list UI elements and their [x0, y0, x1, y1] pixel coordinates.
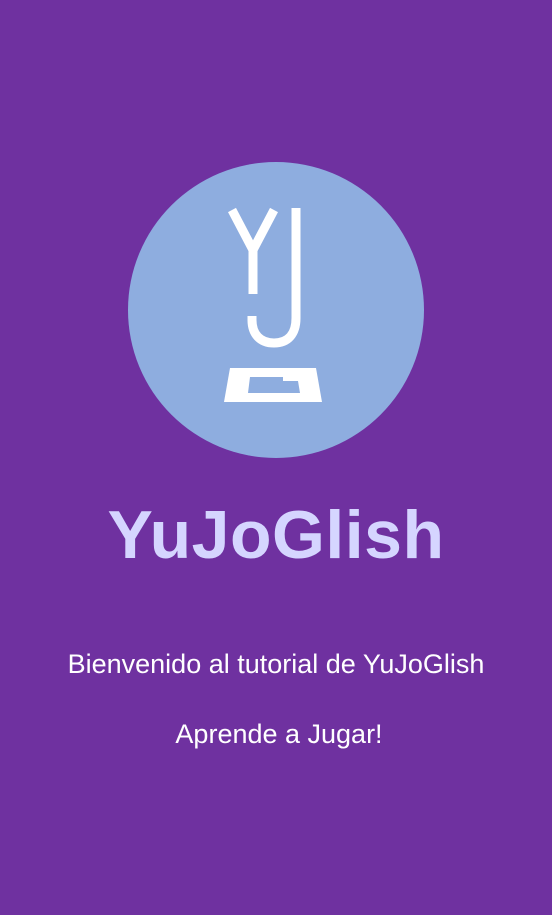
learn-to-play-link[interactable]: Aprende a Jugar!: [0, 716, 552, 752]
welcome-message: Bienvenido al tutorial de YuJoGlish: [67, 649, 485, 679]
yj-podium-logo-icon: [224, 207, 322, 402]
app-name-title: YuJoGlish: [107, 497, 445, 573]
app-logo: [128, 162, 424, 458]
